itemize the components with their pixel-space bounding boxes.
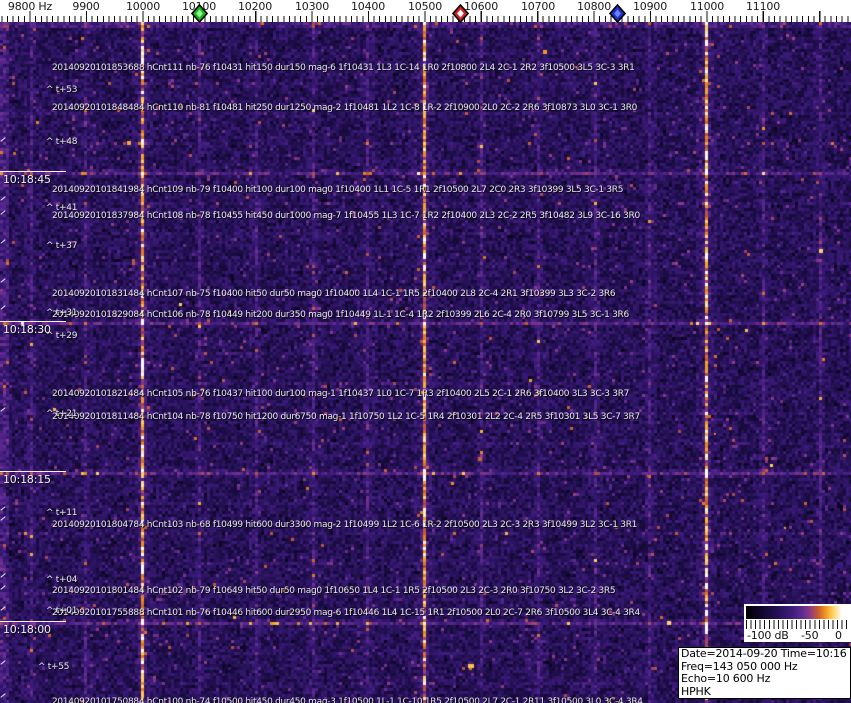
- freq-tick-label: 10000: [126, 0, 160, 13]
- echo-report-line: 20140920101831484 hCnt107 nb-75 f10400 h…: [52, 289, 616, 299]
- echo-report-line: 20140920101829084 hCnt106 nb-78 f10449 h…: [52, 310, 629, 320]
- status-info-box: Date=2014-09-20 Time=10:16 UTC Freq=143 …: [678, 647, 851, 699]
- time-label: 10:18:15: [0, 471, 66, 486]
- colorbar-label-mid: -50: [801, 629, 819, 642]
- time-offset-annotation: ^ t+41: [46, 203, 78, 213]
- echo-report-line: 20140920101841984 hCnt109 nb-79 f10400 h…: [52, 185, 624, 195]
- colorbar-gradient: [746, 606, 846, 619]
- time-offset-annotation: ^ t+48: [46, 137, 78, 147]
- colorbar-label-max: 0: [835, 629, 842, 642]
- diamond-icon: [608, 3, 626, 24]
- freq-tick-label: 10400: [351, 0, 385, 13]
- diamond-icon: [190, 3, 208, 24]
- echo-report-line: 20140920101811484 hCnt104 nb-78 f10750 h…: [52, 412, 640, 422]
- echo-report-line: 20140920101848484 hCnt110 nb-81 f10481 h…: [52, 103, 638, 113]
- freq-tick-label: 10500: [408, 0, 442, 13]
- time-offset-annotation: ^ t+29: [46, 331, 78, 341]
- freq-tick-label: 9900: [72, 0, 100, 13]
- echo-report-line: 20140920101755888 hCnt101 nb-76 f10446 h…: [52, 608, 640, 618]
- waterfall-window: 9800 Hz990010000101001020010300104001050…: [0, 0, 851, 703]
- info-station-code: HPHK: [681, 684, 711, 698]
- colorbar-label-min: -100 dB: [747, 629, 789, 642]
- freq-tick-label: 10200: [238, 0, 272, 13]
- echo-report-line: 20140920101750884 hCnt100 nb-74 f10500 h…: [52, 697, 643, 703]
- time-offset-annotation: ^ t+11: [46, 508, 78, 518]
- time-offset-annotation: ^ t+55: [38, 662, 70, 672]
- time-offset-annotation: ^ t+53: [46, 85, 78, 95]
- echo-report-line: 20140920101801484 hCnt102 nb-79 f10649 h…: [52, 586, 616, 596]
- time-offset-annotation: ^ t+01: [46, 606, 78, 616]
- spectrogram-canvas[interactable]: [0, 22, 851, 703]
- info-date-time: Date=2014-09-20 Time=10:16 UTC: [681, 647, 851, 660]
- colorbar-panel: -100 dB -50 0: [744, 604, 851, 642]
- freq-tick-label: 10300: [295, 0, 329, 13]
- freq-tick-label: 10800: [577, 0, 611, 13]
- echo-report-line: 20140920101821484 hCnt105 nb-76 f10437 h…: [52, 389, 630, 399]
- blue-diamond-marker[interactable]: [608, 3, 626, 27]
- time-offset-annotation: ^ t+21: [46, 409, 78, 419]
- green-diamond-marker[interactable]: [190, 3, 208, 27]
- freq-tick-label: 11000: [690, 0, 724, 13]
- time-offset-annotation: ^ t+04: [46, 575, 78, 585]
- time-label: 10:18:00: [0, 621, 66, 636]
- freq-tick-label: 10700: [521, 0, 555, 13]
- colorbar-ticks: [746, 620, 847, 629]
- red-diamond-marker[interactable]: [451, 3, 469, 27]
- echo-report-line: 20140920101853688 hCnt111 nb-76 f10431 h…: [52, 63, 635, 73]
- freq-tick-label: 9800 Hz: [7, 0, 53, 13]
- echo-report-line: 20140920101804784 hCnt103 nb-68 f10499 h…: [52, 520, 638, 530]
- freq-tick-label: 10900: [633, 0, 667, 13]
- time-offset-annotation: ^ t+37: [46, 241, 78, 251]
- freq-tick-label: 10600: [464, 0, 498, 13]
- frequency-ruler[interactable]: 9800 Hz990010000101001020010300104001050…: [0, 0, 851, 24]
- time-offset-annotation: ^ t+31: [46, 308, 78, 318]
- echo-report-line: 20140920101837984 hCnt108 nb-78 f10455 h…: [52, 211, 640, 221]
- info-echo-frequency: Echo=10 600 Hz: [681, 672, 771, 685]
- freq-tick-label: 11100: [746, 0, 780, 13]
- time-label: 10:18:45: [0, 171, 66, 186]
- diamond-icon: [451, 3, 469, 24]
